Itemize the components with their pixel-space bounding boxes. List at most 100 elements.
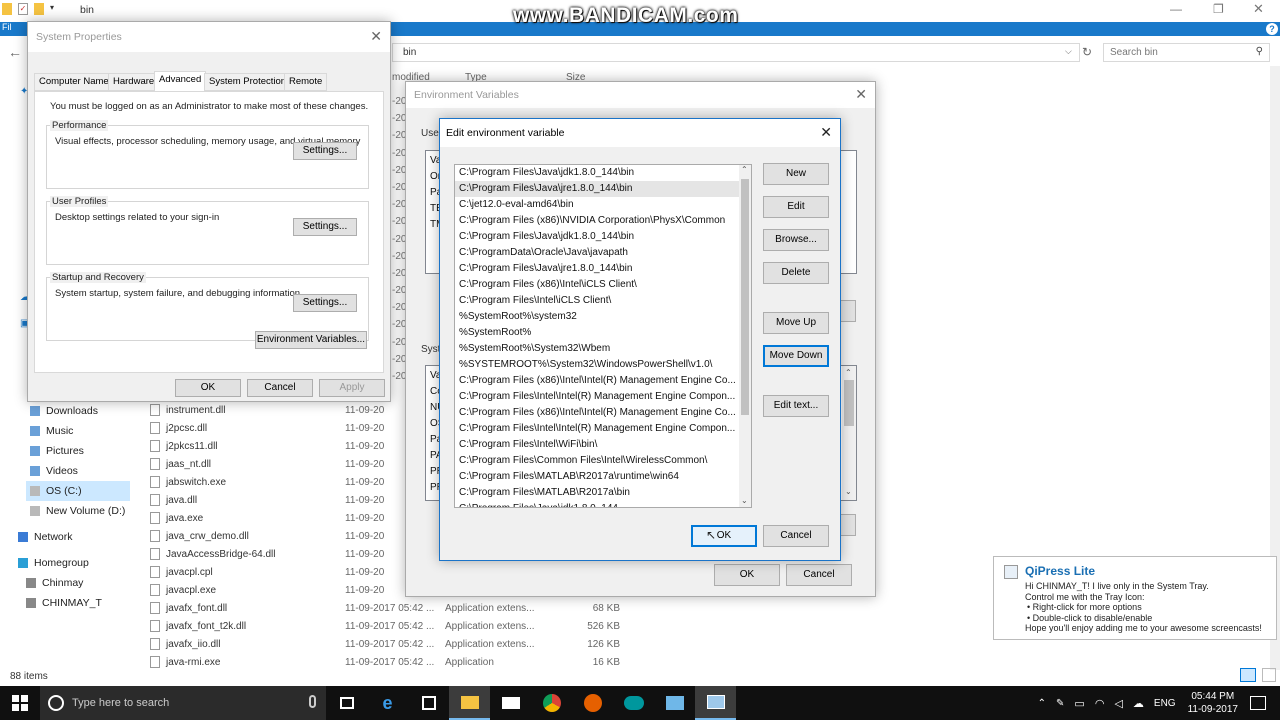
path-entry[interactable]: C:\Program Files\Intel\WiFi\bin\: [455, 437, 751, 453]
system-properties-taskbar-icon[interactable]: [695, 686, 736, 720]
path-entry[interactable]: C:\Program Files\Common Files\Intel\Wire…: [455, 453, 751, 469]
store-icon[interactable]: [408, 686, 449, 720]
path-entry[interactable]: %SystemRoot%\System32\Wbem: [455, 341, 751, 357]
browse-button[interactable]: Browse...: [763, 229, 829, 251]
nav-item[interactable]: Videos: [26, 461, 130, 481]
system-vars-scrollbar[interactable]: ⌃ ⌄: [842, 366, 856, 500]
scroll-down-icon[interactable]: ⌄: [741, 496, 748, 505]
app-icon[interactable]: [654, 686, 695, 720]
tab-computer-name[interactable]: Computer Name: [34, 73, 114, 91]
tab-remote[interactable]: Remote: [284, 73, 328, 91]
onedrive-tray-icon[interactable]: ☁: [1133, 697, 1144, 710]
edit-button[interactable]: Edit: [763, 196, 829, 218]
path-list-scrollbar[interactable]: ⌃ ⌄: [739, 165, 751, 507]
close-icon[interactable]: ✕: [370, 28, 382, 45]
path-entry[interactable]: C:\Program Files\Java\jre1.8.0_144\bin: [455, 181, 751, 197]
path-entry[interactable]: C:\ProgramData\Oracle\Java\javapath: [455, 245, 751, 261]
scroll-down-icon[interactable]: ⌄: [845, 487, 852, 496]
path-entry[interactable]: C:\Program Files (x86)\Intel\iCLS Client…: [455, 277, 751, 293]
tab-hardware[interactable]: Hardware: [108, 73, 160, 91]
battery-icon[interactable]: ▭: [1074, 697, 1084, 710]
path-entry[interactable]: C:\Program Files\Intel\Intel(R) Manageme…: [455, 389, 751, 405]
envvars-cancel-button[interactable]: Cancel: [786, 564, 852, 586]
task-view-icon[interactable]: [326, 686, 367, 720]
scroll-thumb[interactable]: [741, 179, 749, 415]
sysprops-ok-button[interactable]: OK: [175, 379, 241, 397]
editvar-cancel-button[interactable]: Cancel: [763, 525, 829, 547]
minimize-icon[interactable]: —: [1170, 2, 1182, 16]
edge-icon[interactable]: e: [367, 686, 408, 720]
startup-settings-button[interactable]: Settings...: [293, 294, 357, 312]
file-row[interactable]: javafx_iio.dll 11-09-2017 05:42 ... Applic…: [130, 635, 650, 653]
new-folder-icon[interactable]: [34, 3, 44, 15]
environment-variables-button[interactable]: Environment Variables...: [255, 331, 367, 349]
path-entries-list[interactable]: C:\Program Files\Java\jdk1.8.0_144\bin C:…: [454, 164, 752, 508]
mail-icon[interactable]: [490, 686, 531, 720]
qipress-notification[interactable]: QiPress Lite Hi CHINMAY_T! I live only i…: [993, 556, 1277, 640]
file-row[interactable]: javafx_font.dll 11-09-2017 05:42 ... Appli…: [130, 599, 650, 617]
search-input[interactable]: Search bin ⚲: [1103, 43, 1270, 62]
maximize-icon[interactable]: ❐: [1213, 2, 1224, 16]
chrome-icon[interactable]: [531, 686, 572, 720]
user-vars-button-edge[interactable]: [840, 300, 856, 322]
system-vars-button-edge[interactable]: [840, 514, 856, 536]
nav-item[interactable]: Chinmay: [22, 573, 130, 593]
help-icon[interactable]: ?: [1266, 23, 1278, 35]
edit-text-button[interactable]: Edit text...: [763, 395, 829, 417]
file-row[interactable]: javafx_font_t2k.dll 11-09-2017 05:42 ... A…: [130, 617, 650, 635]
file-explorer-icon[interactable]: [449, 686, 490, 720]
path-entry[interactable]: C:\jet12.0-eval-amd64\bin: [455, 197, 751, 213]
arduino-icon[interactable]: [613, 686, 654, 720]
scroll-up-icon[interactable]: ⌃: [845, 368, 852, 377]
path-entry[interactable]: C:\Program Files\Java\jdk1.8.0_144: [455, 501, 751, 507]
tray-chevron-icon[interactable]: ⌃: [1038, 698, 1046, 709]
envvars-ok-button[interactable]: OK: [714, 564, 780, 586]
close-icon[interactable]: ✕: [855, 86, 867, 103]
path-entry[interactable]: %SystemRoot%: [455, 325, 751, 341]
profiles-settings-button[interactable]: Settings...: [293, 218, 357, 236]
path-entry[interactable]: C:\Program Files (x86)\Intel\Intel(R) Ma…: [455, 405, 751, 421]
nav-item[interactable]: OS (C:): [26, 481, 130, 501]
refresh-icon[interactable]: ↻: [1082, 45, 1092, 59]
file-row[interactable]: java-rmi.exe 11-09-2017 05:42 ... Applicat…: [130, 653, 650, 671]
path-entry[interactable]: C:\Program Files\MATLAB\R2017a\runtime\w…: [455, 469, 751, 485]
path-entry[interactable]: C:\Program Files\MATLAB\R2017a\bin: [455, 485, 751, 501]
customize-icon[interactable]: ▾: [50, 3, 54, 15]
delete-button[interactable]: Delete: [763, 262, 829, 284]
nav-item[interactable]: Network: [14, 527, 130, 547]
path-entry[interactable]: C:\Program Files\Intel\Intel(R) Manageme…: [455, 421, 751, 437]
tray-app-icon[interactable]: ✎: [1056, 698, 1064, 709]
chevron-down-icon[interactable]: ⌵: [1065, 46, 1072, 57]
scroll-up-icon[interactable]: ⌃: [741, 165, 748, 174]
wifi-icon[interactable]: ◠: [1095, 697, 1105, 710]
path-entry[interactable]: C:\Program Files\Intel\iCLS Client\: [455, 293, 751, 309]
tab-system-protection[interactable]: System Protection: [204, 73, 292, 91]
nav-item[interactable]: Homegroup: [14, 553, 130, 573]
nav-item[interactable]: Music: [26, 421, 130, 441]
nav-item[interactable]: Pictures: [26, 441, 130, 461]
tiles-view-icon[interactable]: [1262, 668, 1276, 682]
volume-icon[interactable]: ◁: [1114, 697, 1122, 710]
performance-settings-button[interactable]: Settings...: [293, 142, 357, 160]
start-button[interactable]: [0, 686, 40, 720]
microphone-icon[interactable]: [309, 695, 316, 708]
new-button[interactable]: New: [763, 163, 829, 185]
action-center-icon[interactable]: [1250, 696, 1266, 710]
taskbar-search-box[interactable]: Type here to search: [40, 686, 326, 720]
file-tab[interactable]: Fil: [2, 22, 12, 32]
tab-advanced[interactable]: Advanced: [154, 71, 207, 92]
properties-icon[interactable]: ✓: [18, 3, 28, 15]
move-up-button[interactable]: Move Up: [763, 312, 829, 334]
language-indicator[interactable]: ENG: [1154, 698, 1176, 709]
path-entry[interactable]: C:\Program Files\Java\jdk1.8.0_144\bin: [455, 165, 751, 181]
move-down-button[interactable]: Move Down: [763, 345, 829, 367]
path-entry[interactable]: %SystemRoot%\system32: [455, 309, 751, 325]
path-entry[interactable]: C:\Program Files\Java\jdk1.8.0_144\bin: [455, 229, 751, 245]
back-arrow-icon[interactable]: ←: [8, 44, 22, 60]
sysprops-apply-button[interactable]: Apply: [319, 379, 385, 397]
close-icon[interactable]: ✕: [1253, 1, 1264, 17]
sysprops-cancel-button[interactable]: Cancel: [247, 379, 313, 397]
editvar-ok-button[interactable]: OK: [691, 525, 757, 547]
close-icon[interactable]: ✕: [820, 124, 832, 141]
nav-item[interactable]: CHINMAY_T: [22, 593, 130, 613]
